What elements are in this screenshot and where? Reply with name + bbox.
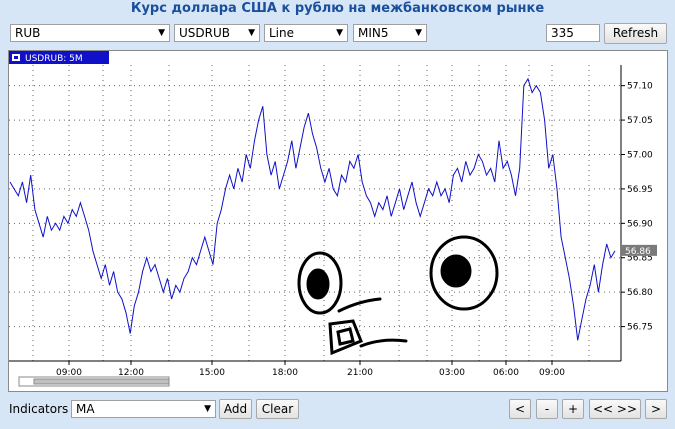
- chevron-down-icon: ▼: [248, 28, 255, 38]
- indicator-select[interactable]: MA ▼: [71, 400, 216, 418]
- x-tick-label: 18:00: [272, 368, 298, 378]
- scrollbar-thumb[interactable]: [33, 378, 170, 385]
- clear-indicators-button[interactable]: Clear: [256, 399, 299, 419]
- chart: 56.7556.8056.8556.9056.9557.0057.0557.10…: [9, 51, 657, 387]
- chevron-down-icon: ▼: [336, 28, 343, 38]
- zoom-in-button[interactable]: +: [562, 399, 584, 419]
- x-tick-label: 09:00: [539, 368, 565, 378]
- refresh-button[interactable]: Refresh: [604, 23, 667, 44]
- x-tick-labels: 09:00 12:00 15:00 18:00 21:00 03:00 06:00 09:00: [56, 361, 565, 378]
- x-tick-label: 21:00: [347, 368, 373, 378]
- expand-range-button[interactable]: << >>: [589, 399, 641, 419]
- y-tick-label: 57.05: [627, 116, 653, 126]
- series-line-usdrub: [9, 77, 616, 341]
- currency-select-value: RUB: [15, 26, 41, 40]
- bottom-bar: Indicators MA ▼ Add Clear < - + << >> >: [0, 398, 675, 422]
- doodle-right-pupil: [440, 254, 472, 288]
- y-tick-label: 57.10: [627, 82, 653, 92]
- doodle-nose-inner: [336, 327, 355, 346]
- page-title: Курс доллара США к рублю на межбанковско…: [130, 1, 545, 16]
- chevron-down-icon: ▼: [415, 28, 422, 38]
- toolbar: RUB ▼ USDRUB ▼ Line ▼ MIN5 ▼ 335 Refresh: [0, 22, 675, 44]
- pair-select-value: USDRUB: [179, 26, 230, 40]
- interval-select[interactable]: MIN5 ▼: [353, 24, 427, 42]
- legend-swatch-inner: [14, 56, 18, 59]
- chevron-down-icon: ▼: [204, 404, 211, 414]
- y-tick-label: 56.95: [627, 185, 653, 195]
- y-tick-labels: 56.7556.8056.8556.9056.9557.0057.0557.10: [621, 82, 653, 333]
- doodle-left-pupil: [306, 268, 330, 300]
- chart-grid: [9, 65, 621, 361]
- y-tick-label: 56.75: [627, 323, 653, 333]
- y-tick-label: 56.80: [627, 288, 653, 298]
- interval-select-value: MIN5: [358, 26, 389, 40]
- legend: USDRUB: 5M: [9, 51, 109, 64]
- add-indicator-button[interactable]: Add: [219, 399, 252, 419]
- y-tick-label: 56.90: [627, 219, 653, 229]
- chart-type-select[interactable]: Line ▼: [264, 24, 348, 42]
- pair-select[interactable]: USDRUB ▼: [174, 24, 260, 42]
- current-value-label: 56.86: [625, 247, 651, 257]
- doodle-face: [297, 235, 499, 356]
- x-tick-label: 03:00: [439, 368, 465, 378]
- indicators-label: Indicators: [9, 402, 69, 416]
- y-tick-label: 57.00: [627, 150, 653, 160]
- chevron-down-icon: ▼: [158, 28, 165, 38]
- zoom-out-button[interactable]: -: [536, 399, 558, 419]
- scroll-forward-button[interactable]: >: [645, 399, 667, 419]
- doodle-nose-outer: [328, 319, 363, 356]
- count-input[interactable]: 335: [546, 24, 600, 42]
- x-tick-label: 15:00: [199, 368, 225, 378]
- current-value-badge: 56.86: [621, 244, 657, 257]
- chart-panel: 56.75 56.80 56.85 56.90 56.95 57.00 57.05 57.10…: [8, 50, 668, 392]
- chart-type-select-value: Line: [269, 26, 295, 40]
- scroll-back-button[interactable]: <: [509, 399, 531, 419]
- legend-label: USDRUB: 5M: [25, 54, 83, 64]
- indicator-select-value: MA: [76, 402, 95, 416]
- currency-select[interactable]: RUB ▼: [10, 24, 170, 42]
- x-tick-label: 06:00: [493, 368, 519, 378]
